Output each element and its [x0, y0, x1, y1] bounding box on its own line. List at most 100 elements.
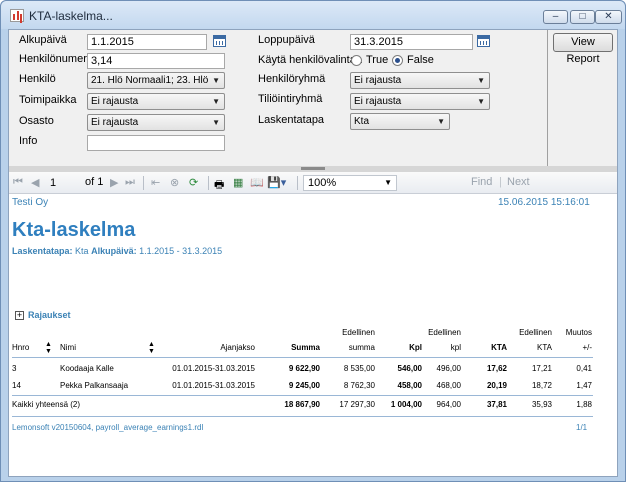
- header-edellinen-summa: Edellinen: [342, 328, 375, 337]
- calendar-icon[interactable]: [213, 35, 226, 47]
- alkupaiva-label: Alkupäivä: [19, 34, 67, 46]
- splitter-grip-icon[interactable]: [301, 167, 325, 170]
- cell-nimi: Koodaaja Kalle: [60, 364, 114, 373]
- find-link[interactable]: Find: [471, 176, 492, 188]
- toolbar-separator: [297, 176, 298, 190]
- chevron-down-icon: ▼: [384, 178, 392, 187]
- refresh-icon[interactable]: ⟳: [189, 176, 198, 189]
- sort-icon[interactable]: ▲ ▼: [148, 341, 155, 355]
- total-ed-kpl: 964,00: [436, 400, 461, 409]
- osasto-select[interactable]: Ei rajausta ▼: [87, 114, 225, 131]
- alkupaiva-input[interactable]: 1.1.2015: [87, 34, 207, 50]
- toimipaikka-select[interactable]: Ei rajausta ▼: [87, 93, 225, 110]
- header-summa: Summa: [291, 343, 320, 352]
- view-report-button[interactable]: View Report: [553, 33, 613, 65]
- cell-ajanjakso: 01.01.2015-31.03.2015: [172, 381, 255, 390]
- find-input[interactable]: [402, 175, 462, 191]
- next-link[interactable]: Next: [507, 176, 530, 188]
- total-label: Kaikki yhteensä (2): [12, 400, 81, 409]
- radio-false[interactable]: [392, 55, 403, 66]
- osasto-label: Osasto: [19, 115, 54, 127]
- total-kpl: 1 004,00: [390, 400, 422, 409]
- cell-kpl: 546,00: [397, 364, 422, 373]
- company-name: Testi Oy: [12, 197, 49, 208]
- total-divider: [12, 395, 593, 396]
- method-label: Laskentatapa:: [12, 246, 73, 256]
- period-label: Alkupäivä:: [91, 246, 137, 256]
- rajaukset-toggle[interactable]: Rajaukset: [28, 310, 71, 320]
- loppupaiva-input[interactable]: 31.3.2015: [350, 34, 473, 50]
- henkiloryhma-select[interactable]: Ei rajausta ▼: [350, 72, 490, 89]
- header-kpl: Kpl: [409, 343, 422, 352]
- cell-hnro: 3: [12, 364, 17, 373]
- calendar-icon[interactable]: [477, 35, 490, 47]
- page-setup-icon[interactable]: 📖: [250, 176, 264, 189]
- page-number-input[interactable]: 1: [45, 175, 79, 191]
- henkilo-label: Henkilö: [19, 73, 56, 85]
- radio-true-label: True: [366, 54, 389, 66]
- henkilo-select[interactable]: 21. Hlö Normaali1; 23. Hlö Nom ▼: [87, 72, 225, 89]
- henkilonumero-input[interactable]: 3,14: [87, 53, 225, 69]
- report-subtitle: Laskentatapa: Kta Alkupäivä: 1.1.2015 - …: [12, 246, 222, 256]
- radio-true[interactable]: [351, 55, 362, 66]
- henkilonumero-label: Henkilönumero: [19, 53, 93, 65]
- osasto-value: Ei rajausta: [91, 117, 139, 128]
- info-label: Info: [19, 135, 38, 147]
- cell-muutos: 1,47: [576, 381, 592, 390]
- header-muutos: Muutos: [565, 328, 592, 337]
- henkilo-value: 21. Hlö Normaali1; 23. Hlö Nom: [91, 75, 210, 86]
- laskentatapa-value: Kta: [354, 116, 370, 127]
- export-icon[interactable]: 💾▾: [267, 176, 286, 189]
- stop-icon[interactable]: ⊗: [170, 176, 179, 189]
- chevron-down-icon: ▼: [212, 118, 220, 127]
- first-page-icon[interactable]: ⏮: [13, 176, 23, 189]
- sort-icon[interactable]: ▲ ▼: [45, 341, 52, 355]
- chevron-down-icon: ▼: [477, 97, 485, 106]
- next-page-icon[interactable]: ▶: [110, 176, 118, 189]
- zoom-select[interactable]: 100% ▼: [303, 175, 397, 191]
- toolbar-separator: [143, 176, 144, 190]
- report-window: KTA-laskelma... – □ ✕ Alkupäivä 1.1.2015…: [0, 0, 626, 482]
- client-area: Alkupäivä 1.1.2015 Henkilönumero 3,14 He…: [8, 29, 618, 477]
- total-ed-summa: 17 297,30: [339, 400, 375, 409]
- back-icon[interactable]: ⇤: [151, 176, 160, 189]
- tiliointiryhma-select[interactable]: Ei rajausta ▼: [350, 93, 490, 110]
- chevron-down-icon: ▼: [437, 117, 445, 126]
- print-layout-icon[interactable]: ▦: [233, 176, 243, 189]
- header-edellinen-kta: Edellinen: [519, 328, 552, 337]
- total-ed-kta: 35,93: [531, 400, 552, 409]
- cell-kpl: 458,00: [397, 381, 422, 390]
- laskentatapa-label: Laskentatapa: [258, 114, 325, 126]
- header-edellinen-kpl: Edellinen: [428, 328, 461, 337]
- report-title: Kta-laskelma: [12, 219, 136, 241]
- cell-hnro: 14: [12, 381, 21, 390]
- toimipaikka-value: Ei rajausta: [91, 96, 139, 107]
- info-input[interactable]: [87, 135, 225, 151]
- total-kta: 37,81: [486, 400, 507, 409]
- cell-nimi: Pekka Palkansaaja: [60, 381, 129, 390]
- window-title: KTA-laskelma...: [29, 9, 113, 23]
- tiliointiryhma-label: Tiliöintiryhmä: [258, 93, 323, 105]
- cell-kta: 20,19: [486, 381, 507, 390]
- header-muutos-2: +/-: [582, 343, 592, 352]
- header-edellinen-summa-2: summa: [348, 343, 375, 352]
- header-hnro: Hnro: [12, 343, 30, 352]
- previous-page-icon[interactable]: ◀: [31, 176, 39, 189]
- close-button[interactable]: ✕: [595, 10, 622, 24]
- total-muutos: 1,88: [576, 400, 592, 409]
- expand-icon[interactable]: +: [15, 311, 24, 320]
- chevron-down-icon: ▼: [212, 97, 220, 106]
- footer-version: Lemonsoft v20150604, payroll_average_ear…: [12, 423, 204, 432]
- cell-summa: 9 622,90: [288, 364, 320, 373]
- laskentatapa-select[interactable]: Kta ▼: [350, 113, 450, 130]
- print-icon[interactable]: 🖶: [214, 176, 224, 195]
- page-count: of 1: [85, 176, 104, 188]
- maximize-button[interactable]: □: [570, 10, 595, 24]
- header-nimi: Nimi: [60, 343, 76, 352]
- cell-ed-summa: 8 762,30: [343, 381, 375, 390]
- chart-app-icon: [10, 9, 24, 22]
- footer-page: 1/1: [576, 423, 588, 432]
- last-page-icon[interactable]: ⏭: [125, 176, 135, 189]
- cell-muutos: 0,41: [576, 364, 592, 373]
- minimize-button[interactable]: –: [543, 10, 568, 24]
